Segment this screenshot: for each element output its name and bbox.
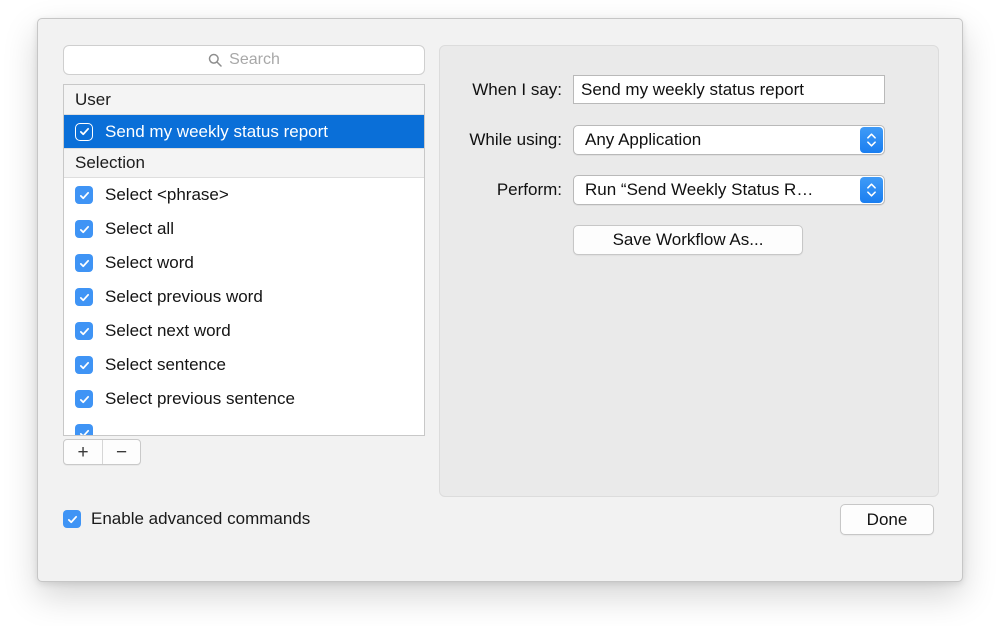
when-i-say-input[interactable]: Send my weekly status report	[573, 75, 885, 104]
while-using-select[interactable]: Any Application	[573, 125, 885, 155]
list-item[interactable]	[64, 416, 424, 435]
while-using-value: Any Application	[585, 130, 702, 149]
checkbox-checked-icon[interactable]	[75, 322, 93, 340]
list-group-header: Selection	[64, 148, 424, 178]
list-item-label: Send my weekly status report	[105, 121, 328, 141]
enable-advanced-commands-label: Enable advanced commands	[91, 509, 311, 528]
chevron-updown-icon[interactable]	[860, 177, 883, 203]
list-item[interactable]: Select next word	[64, 314, 424, 348]
commands-column: Search User Send my weekly status report…	[63, 45, 425, 436]
screenshot-root: Search User Send my weekly status report…	[0, 0, 999, 626]
list-item[interactable]: Select <phrase>	[64, 178, 424, 212]
list-group-header: User	[64, 85, 424, 115]
list-item[interactable]: Select sentence	[64, 348, 424, 382]
list-item-label: Select next word	[105, 321, 231, 340]
list-item-label: Select previous word	[105, 287, 263, 306]
chevron-updown-icon[interactable]	[860, 127, 883, 153]
search-placeholder: Search	[229, 51, 280, 68]
perform-value: Run “Send Weekly Status R…	[585, 180, 814, 199]
list-item[interactable]: Select all	[64, 212, 424, 246]
done-button[interactable]: Done	[840, 504, 934, 535]
when-i-say-label: When I say:	[472, 79, 562, 99]
checkbox-checked-icon[interactable]	[75, 122, 93, 141]
checkbox-checked-icon[interactable]	[75, 254, 93, 272]
list-item[interactable]: Send my weekly status report	[64, 115, 424, 148]
dictation-commands-window: Search User Send my weekly status report…	[37, 18, 963, 582]
checkbox-checked-icon[interactable]	[75, 288, 93, 306]
while-using-label: While using:	[469, 130, 562, 149]
list-item[interactable]: Select word	[64, 246, 424, 280]
checkbox-checked-icon[interactable]	[75, 424, 93, 435]
save-workflow-as-button[interactable]: Save Workflow As...	[573, 225, 803, 255]
add-command-button[interactable]: +	[64, 440, 102, 464]
commands-list[interactable]: User Send my weekly status report Select…	[63, 84, 425, 436]
while-using-row: While using: Any Application	[440, 125, 885, 155]
checkbox-checked-icon[interactable]	[75, 356, 93, 374]
save-workflow-row: Save Workflow As...	[573, 225, 803, 255]
list-item-label: Select word	[105, 253, 194, 272]
enable-advanced-commands-checkbox[interactable]: Enable advanced commands	[63, 509, 310, 529]
perform-label: Perform:	[496, 180, 562, 199]
list-item[interactable]: Select previous sentence	[64, 382, 424, 416]
command-detail-panel: When I say: Send my weekly status report…	[439, 45, 939, 497]
checkbox-checked-icon[interactable]	[75, 186, 93, 204]
checkbox-checked-icon[interactable]	[75, 220, 93, 238]
list-item-label: Select previous sentence	[105, 389, 295, 408]
list-item[interactable]: Select previous word	[64, 280, 424, 314]
remove-command-button[interactable]: −	[102, 440, 140, 464]
list-item-label: Select sentence	[105, 355, 226, 374]
checkbox-checked-icon[interactable]	[63, 510, 81, 528]
list-add-remove-controls: + −	[63, 439, 141, 465]
list-item-label: Select all	[105, 219, 174, 238]
when-i-say-row: When I say: Send my weekly status report	[440, 75, 885, 104]
checkbox-checked-icon[interactable]	[75, 390, 93, 408]
list-item-label: Select <phrase>	[105, 185, 229, 204]
search-icon	[208, 53, 222, 67]
search-inner: Search	[208, 52, 280, 68]
perform-row: Perform: Run “Send Weekly Status R…	[440, 175, 885, 205]
perform-select[interactable]: Run “Send Weekly Status R…	[573, 175, 885, 205]
search-input[interactable]: Search	[63, 45, 425, 75]
